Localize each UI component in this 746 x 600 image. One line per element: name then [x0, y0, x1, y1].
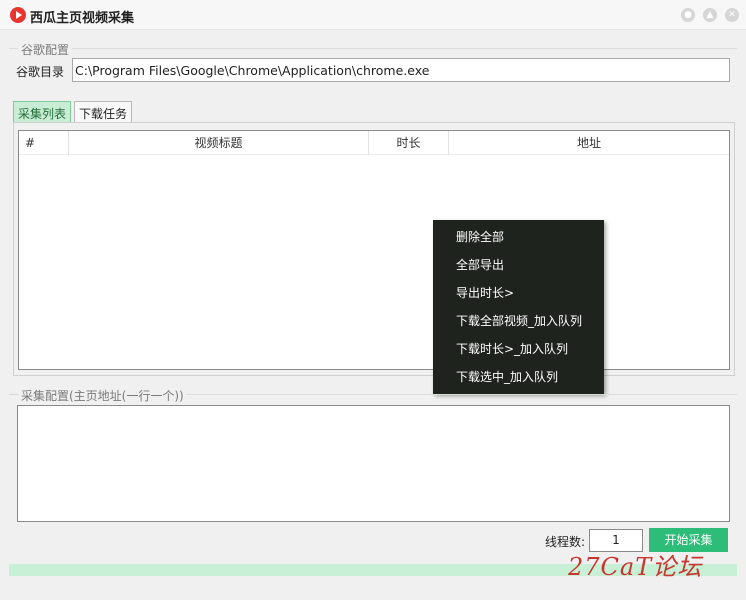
- watermark-logo: 27CaT论坛: [568, 553, 703, 581]
- window-title: 西瓜主页视频采集: [30, 11, 135, 26]
- menu-item-download-selected-queue[interactable]: 下载选中_加入队列: [433, 363, 604, 391]
- table-header: # 视频标题 时长 地址: [19, 131, 729, 155]
- app-play-icon: [10, 7, 26, 23]
- column-header-title[interactable]: 视频标题: [69, 131, 369, 155]
- context-menu: 删除全部 全部导出 导出时长> 下载全部视频_加入队列 下载时长>_加入队列 下…: [433, 220, 604, 394]
- menu-item-delete-all[interactable]: 删除全部: [433, 223, 604, 251]
- column-header-duration[interactable]: 时长: [369, 131, 449, 155]
- chrome-dir-label: 谷歌目录: [16, 65, 65, 79]
- chrome-config-legend: 谷歌配置: [18, 41, 73, 58]
- menu-item-download-all-queue[interactable]: 下载全部视频_加入队列: [433, 307, 604, 335]
- column-header-url[interactable]: 地址: [449, 131, 729, 155]
- homepage-url-textarea[interactable]: [17, 405, 730, 522]
- collect-config-legend: 采集配置(主页地址(一行一个)): [18, 387, 187, 404]
- settings-icon[interactable]: ●: [681, 8, 695, 22]
- menu-item-export-all[interactable]: 全部导出: [433, 251, 604, 279]
- minimize-icon[interactable]: ▲: [703, 8, 717, 22]
- tab-collect-list[interactable]: 采集列表: [13, 101, 72, 123]
- video-table[interactable]: # 视频标题 时长 地址: [18, 130, 730, 370]
- column-header-index[interactable]: #: [19, 131, 69, 155]
- menu-item-export-duration[interactable]: 导出时长>: [433, 279, 604, 307]
- menu-item-download-duration-queue[interactable]: 下载时长>_加入队列: [433, 335, 604, 363]
- chrome-config-frame: [9, 48, 737, 49]
- close-icon[interactable]: ✕: [725, 8, 739, 22]
- title-bar: 西瓜主页视频采集 ● ▲ ✕: [0, 0, 746, 30]
- chrome-path-input[interactable]: C:\Program Files\Google\Chrome\Applicati…: [72, 58, 730, 82]
- tab-download-tasks[interactable]: 下载任务: [74, 101, 133, 123]
